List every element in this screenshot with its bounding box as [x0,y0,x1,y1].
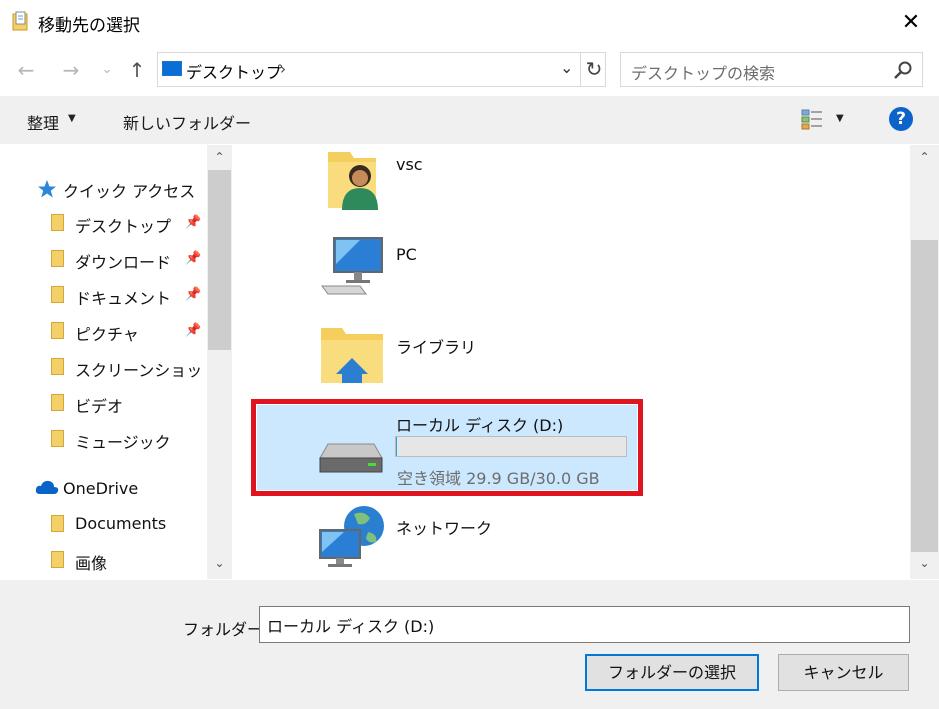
pin-icon: 📌 [185,251,202,266]
pin-icon: 📌 [185,287,202,302]
pin-icon: 📌 [185,323,202,338]
cancel-button[interactable]: キャンセル [778,654,909,691]
caret-down-icon[interactable]: ▼ [836,113,844,124]
sidebar-item-onedrive[interactable]: OneDrive [63,479,138,498]
network-icon[interactable] [318,504,386,572]
quick-access-item[interactable]: クイック アクセス [63,178,195,202]
organize-button[interactable]: 整理 [27,110,59,134]
sidebar-item-onedrive-documents[interactable]: Documents [75,514,166,533]
item-label[interactable]: ローカル ディスク (D:) [396,412,563,436]
drive-icon[interactable] [318,442,384,474]
search-icon[interactable] [892,60,914,80]
folder-label: フォルダー: [183,620,269,639]
main-scroll-up-button[interactable]: ⌃ [912,150,937,164]
folder-icon [51,551,64,568]
star-icon [38,180,56,198]
documents-folder-icon [51,286,64,303]
help-button[interactable]: ? [889,107,913,131]
main-scroll-down-button[interactable]: ⌄ [912,556,937,570]
download-folder-icon [51,250,64,267]
item-label[interactable]: ライブラリ [396,334,476,358]
sidebar-item-videos[interactable]: ビデオ [75,393,123,417]
pin-icon: 📌 [185,215,202,230]
item-label[interactable]: ネットワーク [396,515,492,539]
main-scrollbar-thumb[interactable] [911,240,938,552]
view-options-icon[interactable] [800,107,824,131]
music-folder-icon [51,430,64,447]
refresh-button[interactable]: ↻ [580,53,607,86]
title-bar [0,0,939,46]
back-button[interactable]: ← [14,58,38,82]
video-folder-icon [51,394,64,411]
desktop-icon [162,61,182,76]
sidebar-item-music[interactable]: ミュージック [75,429,171,453]
desktop-folder-icon [51,214,64,231]
pictures-folder-icon [51,322,64,339]
drive-free-space: 空き領域 29.9 GB/30.0 GB [397,469,600,488]
recent-locations-button[interactable]: ⌄ [95,58,119,82]
sidebar-item-screenshots[interactable]: スクリーンショット [75,357,218,381]
sidebar-item-downloads[interactable]: ダウンロード [75,249,171,273]
folder-icon [51,358,64,375]
sidebar-item-pictures[interactable]: ピクチャ [75,321,139,345]
up-button[interactable]: ↑ [125,58,149,82]
nav-scroll-down-button[interactable]: ⌄ [207,556,232,570]
library-icon[interactable] [320,326,384,384]
address-dropdown-button[interactable]: ⌄ [560,58,573,77]
forward-button[interactable]: → [59,58,83,82]
navigation-pane: クイック アクセス デスクトップ 📌 ダウンロード 📌 ドキュメント 📌 ピクチ… [0,145,232,579]
chevron-right-icon[interactable]: › [280,60,286,78]
item-label[interactable]: PC [396,245,417,264]
window-title: 移動先の選択 [38,16,140,36]
cloud-icon [35,480,59,494]
new-folder-button[interactable]: 新しいフォルダー [123,110,251,134]
item-label[interactable]: vsc [396,155,423,174]
folder-name-input[interactable] [259,606,910,643]
folder-icon [51,515,64,532]
select-folder-button[interactable]: フォルダーの選択 [585,654,759,691]
nav-scrollbar-thumb[interactable] [208,170,231,350]
drive-usage-fill [396,437,397,456]
caret-down-icon[interactable]: ▼ [68,113,76,124]
address-text[interactable]: デスクトップ [186,59,282,83]
sidebar-item-onedrive-pictures[interactable]: 画像 [75,550,107,574]
nav-scroll-up-button[interactable]: ⌃ [207,150,232,164]
close-button[interactable]: ✕ [895,10,927,36]
sidebar-item-documents[interactable]: ドキュメント [75,285,171,309]
user-folder-icon[interactable] [320,148,384,212]
drive-usage-bar [395,436,627,457]
sidebar-item-desktop[interactable]: デスクトップ [75,213,171,237]
folder-doc-icon [12,11,28,31]
computer-icon[interactable] [320,236,384,296]
search-input[interactable]: デスクトップの検索 [631,60,775,84]
